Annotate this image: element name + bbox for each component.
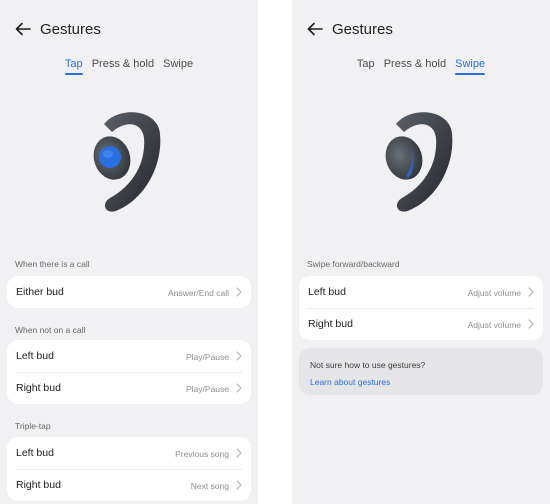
top-bar: Gestures bbox=[292, 16, 550, 44]
tab-press-hold[interactable]: Press & hold bbox=[384, 58, 446, 74]
chevron-right-icon bbox=[236, 287, 242, 297]
chevron-right-icon bbox=[528, 287, 534, 297]
row-left-bud[interactable]: Left bud Adjust volume bbox=[299, 276, 543, 308]
row-label: Right bud bbox=[308, 318, 353, 330]
row-label: Left bud bbox=[308, 286, 346, 298]
row-label: Either bud bbox=[16, 286, 64, 298]
tab-swipe[interactable]: Swipe bbox=[455, 58, 485, 75]
row-either-bud[interactable]: Either bud Answer/End call bbox=[7, 276, 251, 308]
tab-tap[interactable]: Tap bbox=[64, 58, 83, 75]
learn-gestures-link[interactable]: Learn about gestures bbox=[310, 377, 390, 387]
gestures-screen-swipe: Gestures Tap Press & hold Swipe Swipe fo… bbox=[292, 0, 550, 504]
arrow-left-icon[interactable] bbox=[14, 20, 32, 38]
row-value: Play/Pause bbox=[186, 384, 229, 394]
earbud-illustration bbox=[385, 112, 453, 212]
settings-card-swipe: Left bud Adjust volume Right bud Adjust … bbox=[299, 276, 543, 340]
row-value: Previous song bbox=[175, 449, 229, 459]
page-title: Gestures bbox=[40, 21, 101, 38]
chevron-right-icon bbox=[528, 319, 534, 329]
row-right-bud[interactable]: Right bud Next song bbox=[7, 469, 251, 501]
chevron-right-icon bbox=[236, 351, 242, 361]
row-left-bud[interactable]: Left bud Play/Pause bbox=[7, 340, 251, 372]
tab-press-hold[interactable]: Press & hold bbox=[92, 58, 154, 74]
section-label-no-call: When not on a call bbox=[15, 325, 86, 335]
gesture-help-card: Not sure how to use gestures? Learn abou… bbox=[299, 348, 543, 395]
help-text: Not sure how to use gestures? bbox=[310, 360, 426, 370]
row-label: Right bud bbox=[16, 382, 61, 394]
chevron-right-icon bbox=[236, 480, 242, 490]
row-value: Adjust volume bbox=[467, 288, 521, 298]
row-left-bud[interactable]: Left bud Previous song bbox=[7, 437, 251, 469]
row-label: Right bud bbox=[16, 479, 61, 491]
section-label-call: When there is a call bbox=[15, 259, 90, 269]
row-value: Next song bbox=[190, 481, 229, 491]
chevron-right-icon bbox=[236, 448, 242, 458]
earbud-illustration bbox=[93, 112, 161, 212]
gesture-tabs: Tap Press & hold Swipe bbox=[292, 58, 550, 75]
row-value: Answer/End call bbox=[168, 288, 229, 298]
tab-tap[interactable]: Tap bbox=[357, 58, 375, 74]
row-value: Adjust volume bbox=[467, 320, 521, 330]
row-value: Play/Pause bbox=[186, 352, 229, 362]
row-label: Left bud bbox=[16, 350, 54, 362]
row-label: Left bud bbox=[16, 447, 54, 459]
row-right-bud[interactable]: Right bud Adjust volume bbox=[299, 308, 543, 340]
tab-swipe[interactable]: Swipe bbox=[163, 58, 193, 74]
page-title: Gestures bbox=[332, 21, 393, 38]
chevron-right-icon bbox=[236, 383, 242, 393]
gesture-tabs: Tap Press & hold Swipe bbox=[0, 58, 258, 75]
section-label-swipe: Swipe forward/backward bbox=[307, 259, 400, 269]
section-label-triple-tap: Triple-tap bbox=[15, 421, 51, 431]
arrow-left-icon[interactable] bbox=[306, 20, 324, 38]
settings-card-triple-tap: Left bud Previous song Right bud Next so… bbox=[7, 437, 251, 501]
row-right-bud[interactable]: Right bud Play/Pause bbox=[7, 372, 251, 404]
settings-card-call: Either bud Answer/End call bbox=[7, 276, 251, 308]
gestures-screen-tap: Gestures Tap Press & hold Swipe When the… bbox=[0, 0, 258, 504]
settings-card-no-call: Left bud Play/Pause Right bud Play/Pause bbox=[7, 340, 251, 404]
top-bar: Gestures bbox=[0, 16, 258, 44]
